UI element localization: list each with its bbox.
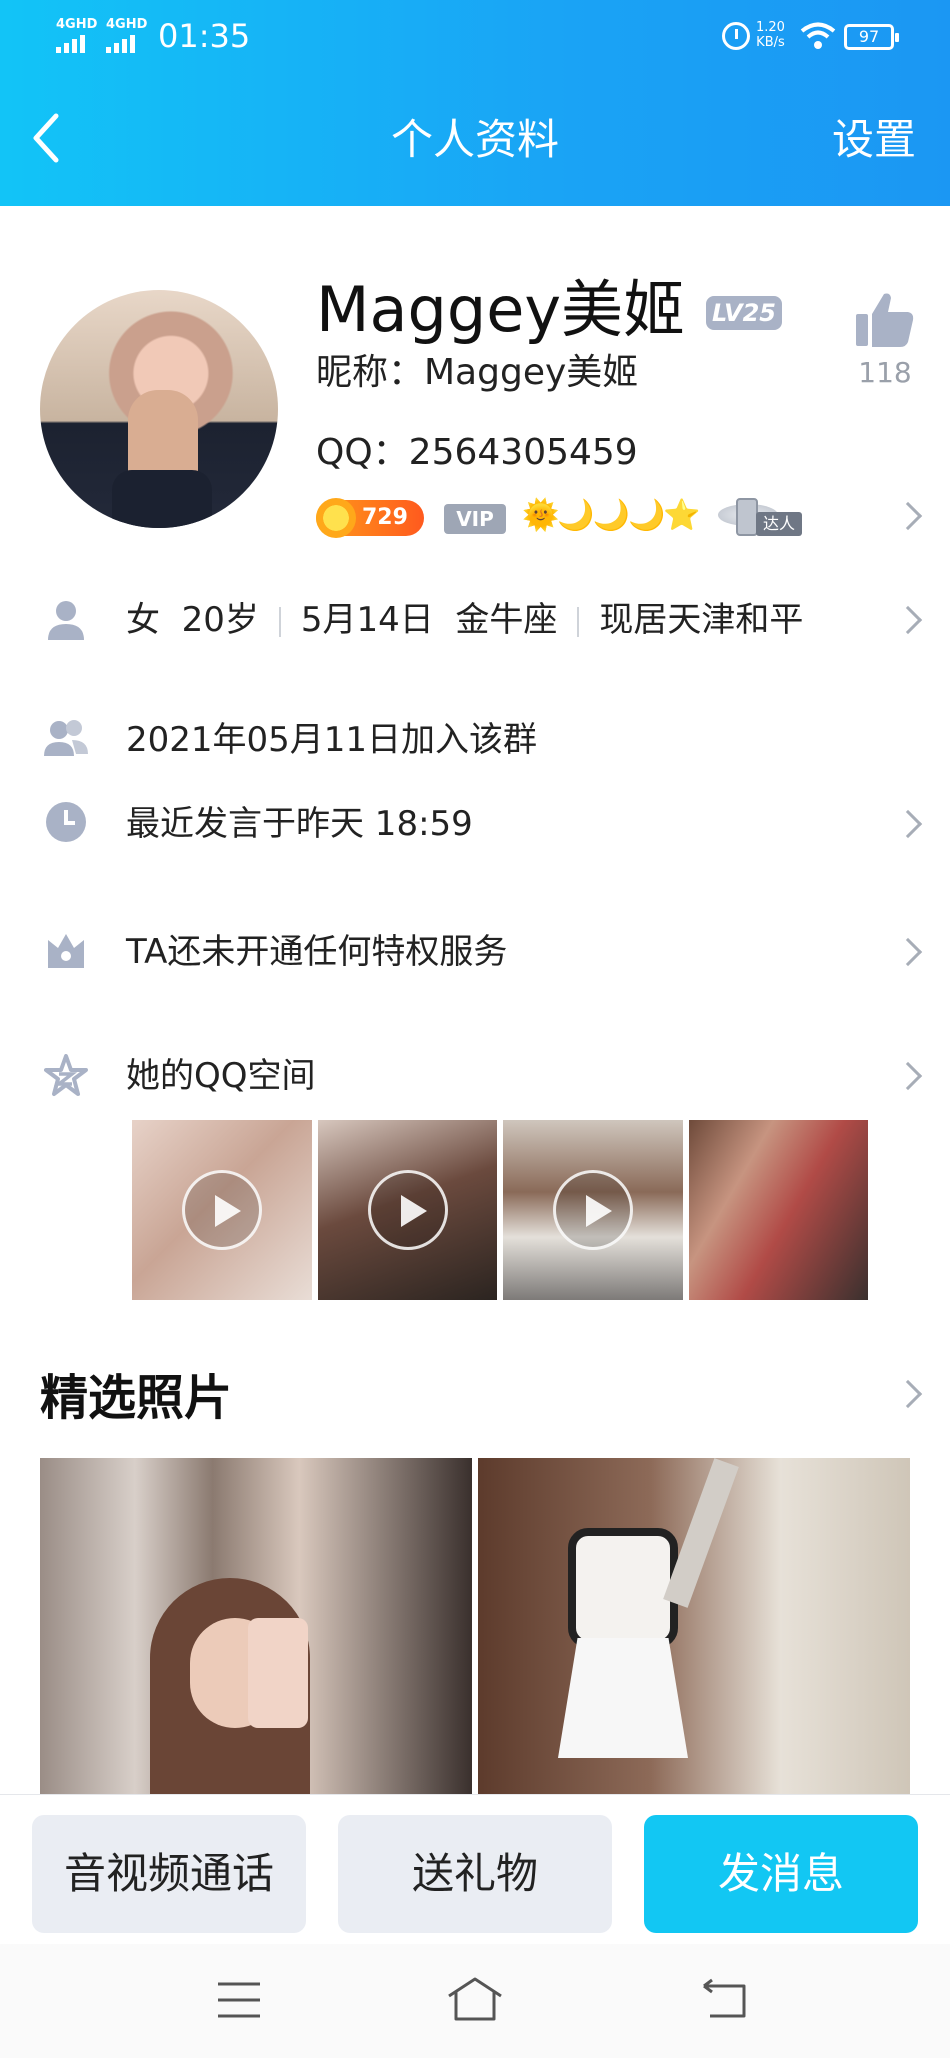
group-icon <box>44 720 88 756</box>
level-badge: LV25 <box>706 296 782 330</box>
alarm-icon <box>722 22 750 50</box>
network-speed: 1.20 KB/s <box>756 20 785 50</box>
chevron-right-icon[interactable] <box>893 937 923 967</box>
signal-bars-icon <box>56 35 97 53</box>
home-icon[interactable] <box>446 1976 504 2022</box>
status-bar: 4GHD 4GHD 01:35 1.20 KB/s 97 <box>0 0 950 80</box>
qzone-video-thumb[interactable] <box>503 1120 683 1300</box>
status-time: 01:35 <box>158 17 251 55</box>
coin-badge: 729 <box>316 498 424 538</box>
speed-unit: KB/s <box>756 35 785 50</box>
person-icon <box>48 601 84 640</box>
qzone-label: 她的QQ空间 <box>126 1056 316 1096</box>
crown-icon <box>48 934 84 968</box>
back-nav-icon[interactable] <box>700 1978 750 2020</box>
profile-name: Maggey美姬 <box>316 273 686 346</box>
daren-label: 达人 <box>756 512 802 536</box>
speed-value: 1.20 <box>756 20 785 35</box>
zodiac: 金牛座 <box>455 600 558 640</box>
play-icon <box>182 1170 262 1250</box>
chevron-right-icon[interactable] <box>893 1379 923 1409</box>
birthday: 5月14日 <box>300 600 434 640</box>
qzone-video-thumb[interactable] <box>317 1120 497 1300</box>
chevron-right-icon[interactable] <box>893 809 923 839</box>
featured-photos-title: 精选照片 <box>40 1370 233 1426</box>
basic-info: 女 20岁 5月14日 金牛座 现居天津和平 <box>126 596 803 644</box>
featured-photo[interactable] <box>40 1458 472 1796</box>
badge-row[interactable]: 729 VIP 🌞🌙🌙🌙⭐ 达人 <box>316 496 916 542</box>
thumbs-up-icon[interactable] <box>854 290 916 350</box>
settings-button[interactable]: 设置 <box>832 112 916 168</box>
battery-indicator: 97 <box>844 24 899 50</box>
send-message-button[interactable]: 发消息 <box>644 1815 918 1933</box>
joined-date: 2021年05月11日加入该群 <box>126 720 538 760</box>
age: 20岁 <box>181 600 259 640</box>
header-bar: 4GHD 4GHD 01:35 1.20 KB/s 97 个人资料 设置 <box>0 0 950 206</box>
video-call-button[interactable]: 音视频通话 <box>32 1815 306 1933</box>
avatar[interactable] <box>40 290 278 528</box>
action-bar: 音视频通话 送礼物 发消息 <box>0 1794 950 1944</box>
qq-level-icons: 🌞🌙🌙🌙⭐ <box>522 498 701 533</box>
avatar-figure-lower <box>112 470 212 528</box>
like-count: 118 <box>858 356 912 389</box>
qzone-star-icon <box>44 1054 88 1096</box>
profile-qq-number: QQ：2564305459 <box>316 432 638 473</box>
qzone-video-thumb[interactable] <box>132 1120 312 1300</box>
signal-2: 4GHD <box>106 18 147 53</box>
menu-icon[interactable] <box>216 1980 262 2020</box>
signal-bars-icon <box>106 35 147 53</box>
qzone-photo-thumb[interactable] <box>688 1120 868 1300</box>
vip-badge: VIP <box>444 504 506 534</box>
system-nav-bar <box>0 1944 950 2058</box>
featured-photo[interactable] <box>478 1458 910 1796</box>
privilege-status: TA还未开通任何特权服务 <box>126 932 508 972</box>
gender: 女 <box>126 600 160 640</box>
signal-1: 4GHD <box>56 18 97 53</box>
phone-icon <box>736 498 758 536</box>
play-icon <box>553 1170 633 1250</box>
chevron-right-icon[interactable] <box>893 605 923 635</box>
daren-badge: 达人 <box>718 496 818 540</box>
signal-2-label: 4GHD <box>106 17 148 32</box>
photo-leg <box>663 1458 739 1608</box>
wifi-icon <box>800 22 836 49</box>
play-icon <box>367 1170 448 1250</box>
phone-icon <box>248 1618 308 1728</box>
profile-nickname: 昵称：Maggey美姬 <box>316 352 639 393</box>
last-speak: 最近发言于昨天 18:59 <box>126 804 473 844</box>
clock-icon <box>46 802 86 842</box>
page-title: 个人资料 <box>390 115 559 164</box>
photo-skirt <box>558 1638 688 1758</box>
send-gift-button[interactable]: 送礼物 <box>338 1815 612 1933</box>
photo-figure <box>568 1528 678 1648</box>
avatar-figure <box>128 390 198 480</box>
signal-1-label: 4GHD <box>56 17 98 32</box>
location: 现居天津和平 <box>599 600 804 640</box>
qzone-thumbnails <box>132 1120 868 1300</box>
chevron-right-icon[interactable] <box>893 1061 923 1091</box>
